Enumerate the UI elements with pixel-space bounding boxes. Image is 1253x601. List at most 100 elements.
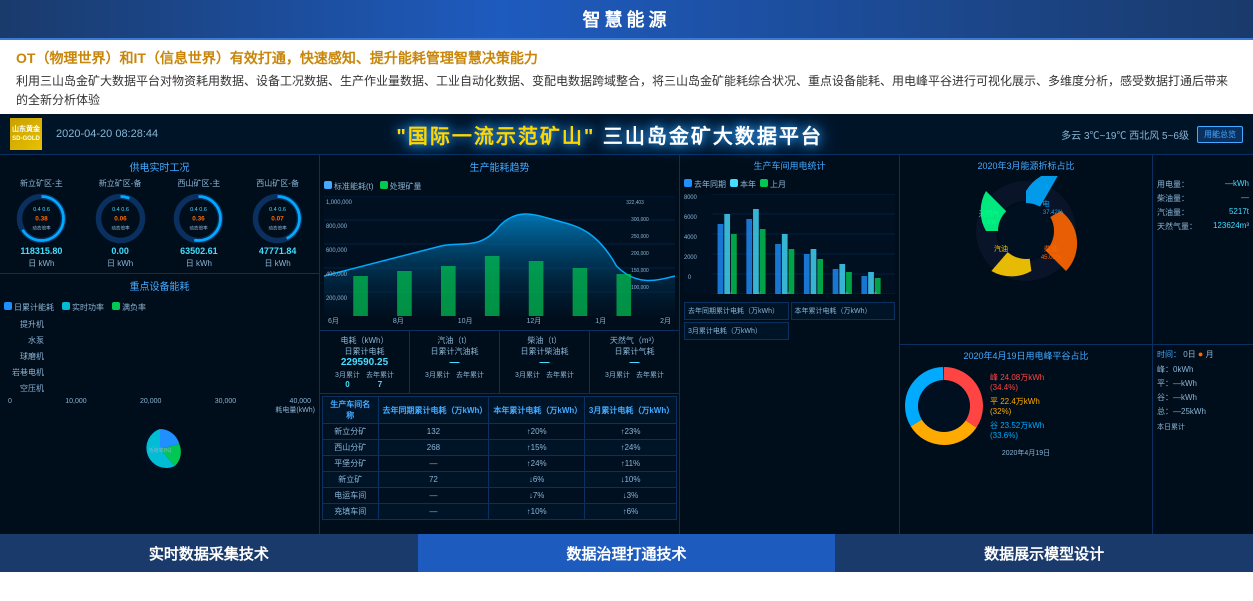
elec-title: 生产车间用电统计: [684, 159, 895, 172]
td-month-2: ↑11%: [584, 456, 676, 472]
td-month-0: ↑23%: [584, 424, 676, 440]
th-name: 生产车间名称: [323, 397, 379, 424]
time-stat-3: 总：—25kWh: [1157, 406, 1249, 417]
stat-sub-1b: 去年累计: [456, 370, 484, 380]
elec-mini-label-1: 本年累计电耗（万kWh）: [795, 306, 892, 316]
equip-name-4: 空压机: [4, 383, 44, 394]
prod-table: 生产车间名称 去年同期累计电耗（万kWh） 本年累计电耗（万kWh） 3月累计电…: [322, 396, 677, 520]
th-curr: 本年累计电耗（万kWh）: [489, 397, 585, 424]
table-row: 电运车间 — ↓7% ↓3%: [323, 488, 677, 504]
header: 智慧能源: [0, 0, 1253, 40]
time-dot: ●: [1198, 349, 1203, 359]
gauge-kwh-0: 日 kWh: [4, 258, 79, 269]
peak-label-1: 平 22.4万kWh(32%): [990, 396, 1044, 416]
elec-mini-label-2: 3月累计电耗（万kWh）: [688, 326, 785, 336]
stat-sub-3a: 3月累计: [605, 370, 630, 380]
gauge-circle-3: 0.4 0.6 0.07 动态倍率: [250, 191, 305, 246]
donut-title: 2020年3月能源折标占比: [904, 159, 1148, 172]
equip-name-0: 提升机: [4, 319, 44, 330]
stat-value-1: —: [414, 357, 495, 368]
energy-stat-label-3: 天然气量：: [1157, 221, 1197, 232]
elec-legend: 去年同期 本年 上月: [684, 174, 895, 192]
gauge-xishan-main: 西山矿区-主 0.4 0.6 0.36 动态倍率 63502.61 日 kW: [162, 178, 237, 269]
td-month-3: ↓10%: [584, 472, 676, 488]
energy-stats-section: 用电量： —kWh 柴油量： — 汽油量： 5217t 天然气量：: [1153, 155, 1253, 344]
peak-date: 2020年4月19日: [904, 448, 1148, 458]
svg-text:电: 电: [1043, 199, 1050, 208]
td-curr-0: ↑20%: [489, 424, 585, 440]
time-stat-4: 本日累计: [1157, 422, 1249, 432]
time-stat-2: 谷：—kWh: [1157, 392, 1249, 403]
svg-text:150,000: 150,000: [631, 268, 649, 274]
gauge-circle-0: 0.4 0.6 0.38 动态倍率: [14, 191, 69, 246]
svg-text:100,000: 100,000: [631, 285, 649, 291]
gauge-xinli-backup: 新立矿区-备 0.4 0.6 0.06 动态倍率 0.00 日 kWh: [83, 178, 158, 269]
svg-text:45.03%: 45.03%: [1041, 255, 1062, 261]
gauge-num-2: 63502.61: [162, 246, 237, 256]
prod-x-4: 1月: [595, 316, 606, 326]
td-prev-3: 72: [378, 472, 489, 488]
td-name-0: 新立分矿: [323, 424, 379, 440]
elec-mini-0: 去年同期累计电耗（万kWh）: [684, 302, 789, 320]
svg-text:天然气: 天然气: [979, 209, 1000, 218]
svg-text:0.4 0.6: 0.4 0.6: [112, 208, 129, 214]
svg-text:1,000,000: 1,000,000: [326, 200, 353, 206]
equip-name-1: 水泵: [4, 335, 44, 346]
energy-stat-label-1: 柴油量：: [1157, 193, 1189, 204]
svg-text:4000: 4000: [684, 235, 697, 241]
svg-text:动态倍率: 动态倍率: [32, 225, 51, 232]
td-curr-5: ↑10%: [489, 504, 585, 520]
right-bottom: 2020年4月19日用电峰平谷占比: [900, 345, 1253, 534]
stat-item-3: 天然气（m³） 日累计气耗 — 3月累计 去年累计: [590, 331, 679, 393]
gauge-kwh-3: 日 kWh: [240, 258, 315, 269]
svg-text:2000: 2000: [684, 255, 697, 261]
gauge-label-2: 西山矿区-主: [162, 178, 237, 189]
gauge-circle-1: 0.4 0.6 0.06 动态倍率: [93, 191, 148, 246]
svg-text:37.42%: 37.42%: [1043, 210, 1064, 216]
panel-mid-right: 生产车间用电统计 去年同期 本年 上月 8000 6000: [680, 155, 900, 534]
td-curr-4: ↓7%: [489, 488, 585, 504]
elec-mini-1: 本年累计电耗（万kWh）: [791, 302, 896, 320]
gauge-label-3: 西山矿区-备: [240, 178, 315, 189]
svg-text:动态倍率: 动态倍率: [190, 225, 209, 232]
prod-x-3: 12月: [526, 316, 541, 326]
svg-text:动态倍率: 动态倍率: [111, 225, 130, 232]
svg-text:动态倍率: 动态倍率: [268, 225, 287, 232]
panel-right: 2020年3月能源折标占比: [900, 155, 1253, 534]
energy-stat-row-1: 柴油量： —: [1157, 193, 1249, 204]
prod-x-1: 8月: [393, 316, 404, 326]
stat-sub-1a: 3月累计: [425, 370, 450, 380]
svg-text:0.4 0.6: 0.4 0.6: [33, 208, 50, 214]
dash-title-quote: "国际一流示范矿山": [396, 126, 595, 148]
gauges-row: 新立矿区-主 0.4 0.6 0.38 动态倍率 118315.80 日 k: [4, 178, 315, 269]
td-name-3: 新立矿: [323, 472, 379, 488]
svg-text:200,000: 200,000: [631, 251, 649, 257]
stat-label-1: 汽油（t）: [414, 335, 495, 346]
stat-sublabel-1: 日累计汽油耗: [414, 346, 495, 357]
stat-value-2: —: [504, 357, 585, 368]
svg-text:柴油: 柴油: [1044, 244, 1058, 253]
x-label-1: 10,000: [65, 398, 86, 405]
dash-weather: 多云 3℃~19℃ 西北风 5~6级: [1061, 127, 1189, 142]
svg-text:0.06: 0.06: [114, 216, 127, 223]
header-title: 智慧能源: [583, 10, 671, 30]
time-stat-1: 平：—kWh: [1157, 378, 1249, 389]
gauge-xinli-main: 新立矿区-主 0.4 0.6 0.38 动态倍率 118315.80 日 k: [4, 178, 79, 269]
use-total-button[interactable]: 用能总览: [1197, 126, 1243, 143]
text-section: OT（物理世界）和IT（信息世界）有效打通，快速感知、提升能耗管理智慧决策能力 …: [0, 40, 1253, 114]
time-label: 时间：: [1157, 350, 1181, 359]
svg-text:250,000: 250,000: [631, 234, 649, 240]
elec-mini-label-0: 去年同期累计电耗（万kWh）: [688, 306, 785, 316]
stat-sublabel-2: 日累计柴油耗: [504, 346, 585, 357]
footer-item-0: 实时数据采集技术: [0, 534, 418, 572]
elec-legend-1: 本年: [740, 180, 756, 189]
stat-sub-2b: 去年累计: [546, 370, 574, 380]
dash-datetime: 2020-04-20 08:28:44: [56, 128, 158, 140]
peak-title: 2020年4月19日用电峰平谷占比: [904, 349, 1148, 362]
td-curr-3: ↓6%: [489, 472, 585, 488]
stat-sublabel-3: 日累计气耗: [594, 346, 675, 357]
equip-row-4: 空压机: [4, 383, 315, 394]
time-title: 时间： 0日 ● 月: [1157, 349, 1249, 360]
footer-item-2: 数据展示模型设计: [835, 534, 1253, 572]
gauges-section-title: 供电实时工况: [4, 159, 315, 174]
